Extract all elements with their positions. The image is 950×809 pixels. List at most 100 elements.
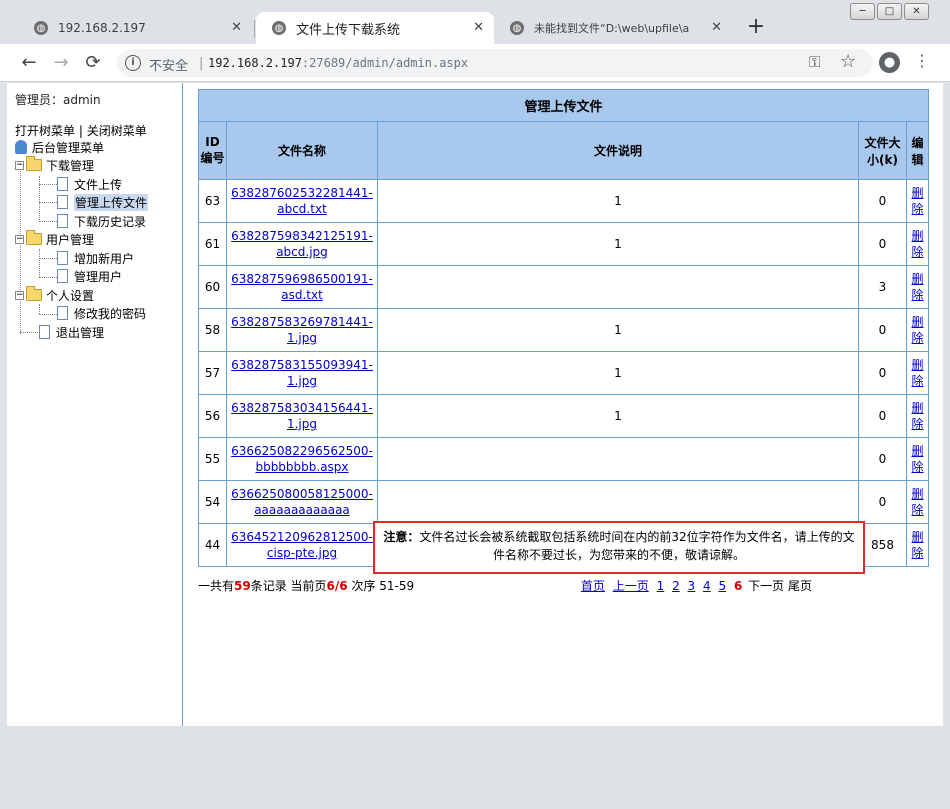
filename-link[interactable]: 636452120962812500-cisp-pte.jpg (231, 530, 373, 560)
back-button[interactable]: ← (18, 52, 40, 74)
profile-avatar-icon[interactable]: ● (879, 52, 900, 73)
folder-icon (26, 156, 42, 171)
tab-2-label: 文件上传下载系统 (296, 22, 401, 38)
pager-prev-link[interactable]: 上一页 (613, 579, 649, 593)
table-header-row: ID编号 文件名称 文件说明 文件大小(k) 编辑 (198, 121, 929, 180)
filename-link[interactable]: 638287602532281441-abcd.txt (231, 186, 373, 216)
pager-links: 首页 上一页 1 2 3 4 5 6 下一页 尾页 (579, 577, 812, 594)
omnibox-separator: | (199, 56, 204, 71)
tab-1[interactable]: ◍ 192.168.2.197 ✕ (18, 12, 252, 44)
pager: 一共有59条记录 当前页6/6 次序 51-59 首页 上一页 1 2 3 4 … (198, 577, 928, 593)
collapse-icon[interactable]: − (15, 234, 24, 244)
filename-link[interactable]: 638287583155093941-1.jpg (231, 358, 373, 388)
delete-link[interactable]: 删除 (911, 486, 925, 518)
pager-page-3[interactable]: 3 (688, 579, 696, 593)
filename-link[interactable]: 638287583269781441-1.jpg (231, 315, 373, 345)
filename-link[interactable]: 638287598342125191-abcd.jpg (231, 229, 373, 259)
tree-item-manage-uploads[interactable]: 管理上传文件 (57, 193, 149, 211)
cell-id: 60 (198, 265, 227, 309)
info-icon[interactable]: i (125, 55, 141, 71)
cell-size: 0 (858, 222, 907, 266)
col-header-size: 文件大小(k) (858, 121, 907, 180)
delete-link[interactable]: 删除 (911, 357, 925, 389)
url-text[interactable]: 192.168.2.197:27689/admin/admin.aspx (208, 56, 468, 70)
tab-strip: ◍ 192.168.2.197 ✕ ◍ 文件上传下载系统 ✕ ◍ 未能找到文件“… (0, 0, 950, 44)
tree-group-label: 下载管理 (46, 158, 95, 173)
delete-link[interactable]: 删除 (911, 314, 925, 346)
tab-3[interactable]: ◍ 未能找到文件“D:\web\upfile\a ✕ (494, 12, 732, 44)
tree-group-download[interactable]: − 下载管理 (15, 156, 94, 174)
tab-3-label: 未能找到文件“D:\web\upfile\a (534, 22, 690, 35)
forward-button[interactable]: → (50, 52, 72, 74)
pager-page-5[interactable]: 5 (718, 579, 726, 593)
cell-filename: 636625080058125000-aaaaaaaaaaaaa (226, 480, 378, 524)
pager-first-link[interactable]: 首页 (581, 579, 605, 593)
cell-size: 0 (858, 179, 907, 223)
filename-link[interactable]: 638287583034156441-1.jpg (231, 401, 373, 431)
close-icon[interactable]: ✕ (231, 20, 242, 35)
tree-root[interactable]: 后台管理菜单 (15, 138, 104, 156)
collapse-icon[interactable]: − (15, 160, 24, 170)
admin-label: 管理员：admin (15, 93, 101, 107)
tree-item-label: 退出管理 (56, 325, 105, 340)
cell-size: 0 (858, 480, 907, 524)
collapse-icon[interactable]: − (15, 290, 24, 300)
cell-id: 54 (198, 480, 227, 524)
cell-id: 63 (198, 179, 227, 223)
delete-link[interactable]: 删除 (911, 271, 925, 303)
delete-link[interactable]: 删除 (911, 228, 925, 260)
tree-item-label: 增加新用户 (74, 251, 135, 266)
cell-description (377, 437, 859, 481)
delete-link[interactable]: 删除 (911, 400, 925, 432)
tree-item-file-upload[interactable]: 文件上传 (57, 175, 122, 193)
tab-1-label: 192.168.2.197 (58, 21, 146, 35)
tree-item-label: 下载历史记录 (74, 214, 147, 229)
table-row: 63 638287602532281441-abcd.txt 1 0 删除 (198, 179, 929, 223)
table-row: 58 638287583269781441-1.jpg 1 0 删除 (198, 308, 929, 352)
tree-root-label: 后台管理菜单 (32, 140, 105, 155)
tree-line (39, 304, 40, 314)
star-icon[interactable]: ☆ (840, 51, 856, 72)
reload-button[interactable]: ⟳ (82, 52, 104, 74)
tree-item-exit[interactable]: 退出管理 (39, 323, 104, 341)
tab-2[interactable]: ◍ 文件上传下载系统 ✕ (256, 12, 494, 44)
new-tab-button[interactable]: + (744, 14, 768, 40)
tree-item-change-password[interactable]: 修改我的密码 (57, 304, 146, 322)
main-content: 管理上传文件 ID编号 文件名称 文件说明 文件大小(k) 编辑 63 63828… (198, 89, 929, 593)
tree-group-personal[interactable]: − 个人设置 (15, 286, 94, 304)
filename-link[interactable]: 636625080058125000-aaaaaaaaaaaaa (231, 487, 373, 517)
table-row: 60 638287596986500191-asd.txt 3 删除 (198, 265, 929, 309)
delete-link[interactable]: 删除 (911, 185, 925, 217)
delete-link[interactable]: 删除 (911, 443, 925, 475)
globe-icon: ◍ (34, 21, 48, 35)
close-icon[interactable]: ✕ (711, 20, 722, 35)
table-caption: 管理上传文件 (198, 89, 929, 122)
filename-link[interactable]: 636625082296562500-bbbbbbbb.aspx (231, 444, 373, 474)
tree-item-download-history[interactable]: 下载历史记录 (57, 212, 146, 230)
close-tree-link[interactable]: 关闭树菜单 (87, 124, 147, 138)
address-bar[interactable]: i 不安全 | 192.168.2.197:27689/admin/admin.… (117, 49, 873, 77)
cell-action: 删除 (906, 351, 929, 395)
maximize-button[interactable]: □ (877, 3, 902, 20)
filename-link[interactable]: 638287596986500191-asd.txt (231, 272, 373, 302)
minimize-button[interactable]: ─ (850, 3, 875, 20)
key-icon[interactable]: ⚿ (809, 53, 820, 71)
cell-action: 删除 (906, 394, 929, 438)
close-icon[interactable]: ✕ (473, 20, 484, 35)
tree-item-manage-users[interactable]: 管理用户 (57, 267, 122, 285)
pager-page-4[interactable]: 4 (703, 579, 711, 593)
cell-filename: 638287596986500191-asd.txt (226, 265, 378, 309)
tree-item-add-user[interactable]: 增加新用户 (57, 249, 134, 267)
pager-current-page: 6/6 (326, 579, 348, 593)
window-controls: ─ □ ✕ (848, 3, 929, 21)
pager-page-2[interactable]: 2 (672, 579, 680, 593)
delete-link[interactable]: 删除 (911, 529, 925, 561)
tree-separator: | (78, 124, 83, 138)
close-window-button[interactable]: ✕ (904, 3, 929, 20)
notice-text: 文件名过长会被系统截取包括系统时间在内的前32位字符作为文件名，请上传的文件名称… (419, 530, 855, 562)
menu-kebab-icon[interactable]: ⋮ (914, 51, 930, 70)
tree-group-users[interactable]: − 用户管理 (15, 230, 94, 248)
cell-description (377, 265, 859, 309)
open-tree-link[interactable]: 打开树菜单 (15, 124, 75, 138)
pager-page-1[interactable]: 1 (657, 579, 665, 593)
